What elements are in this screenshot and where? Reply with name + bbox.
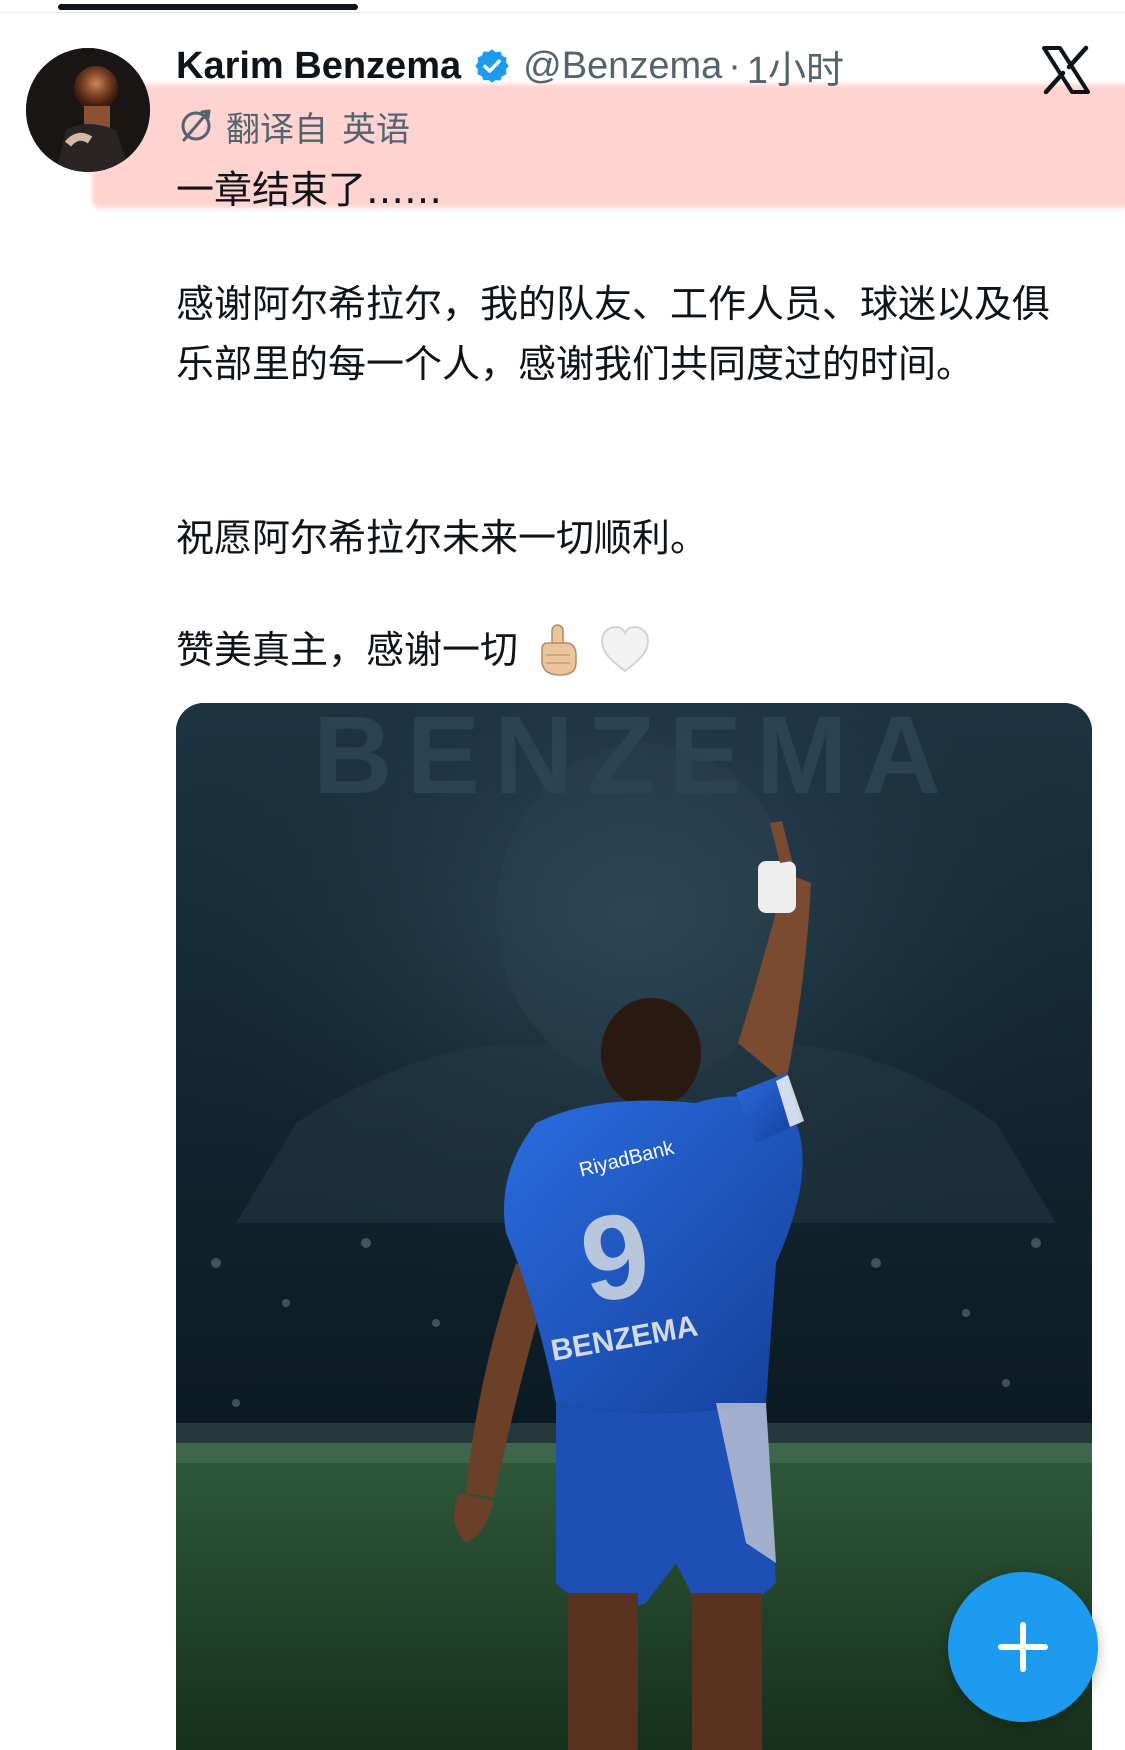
translation-language: 英语 xyxy=(342,109,410,150)
top-tab-indicator xyxy=(58,4,358,10)
translation-label: 翻译自 xyxy=(226,109,328,150)
display-name[interactable]: Karim Benzema xyxy=(176,45,461,88)
x-logo-icon xyxy=(1040,44,1092,96)
tweet-text-line1: 一章结束了…… xyxy=(176,168,443,212)
tweet-text-paragraph2: 祝愿阿尔希拉尔未来一切顺利。 xyxy=(176,516,709,560)
plus-icon xyxy=(998,1622,1048,1672)
verified-badge-icon xyxy=(473,47,511,85)
white-heart-emoji-icon xyxy=(598,623,650,677)
tweet-header: Karim Benzema @Benzema · 1小时 xyxy=(176,38,844,94)
tweet-media-image[interactable]: BENZEMA RiyadBank 9 BENZEMA xyxy=(176,703,1092,1750)
header-separator: · xyxy=(728,44,741,87)
tweet-text-paragraph1: 感谢阿尔希拉尔，我的队友、工作人员、球迷以及俱乐部里的每一个人，感谢我们共同度过… xyxy=(176,282,1051,386)
tweet-text-paragraph3-text: 赞美真主，感谢一切 xyxy=(176,628,519,672)
avatar[interactable] xyxy=(26,48,150,172)
top-divider xyxy=(0,12,1125,13)
user-handle[interactable]: @Benzema xyxy=(523,45,722,88)
compose-button[interactable] xyxy=(948,1572,1098,1722)
translation-indicator[interactable]: 翻译自 英语 xyxy=(176,102,410,150)
index-pointing-up-emoji-icon xyxy=(534,623,582,677)
timestamp[interactable]: 1小时 xyxy=(747,39,844,94)
tweet-text-paragraph3: 赞美真主，感谢一切 xyxy=(176,620,1066,680)
translate-icon xyxy=(176,106,216,146)
